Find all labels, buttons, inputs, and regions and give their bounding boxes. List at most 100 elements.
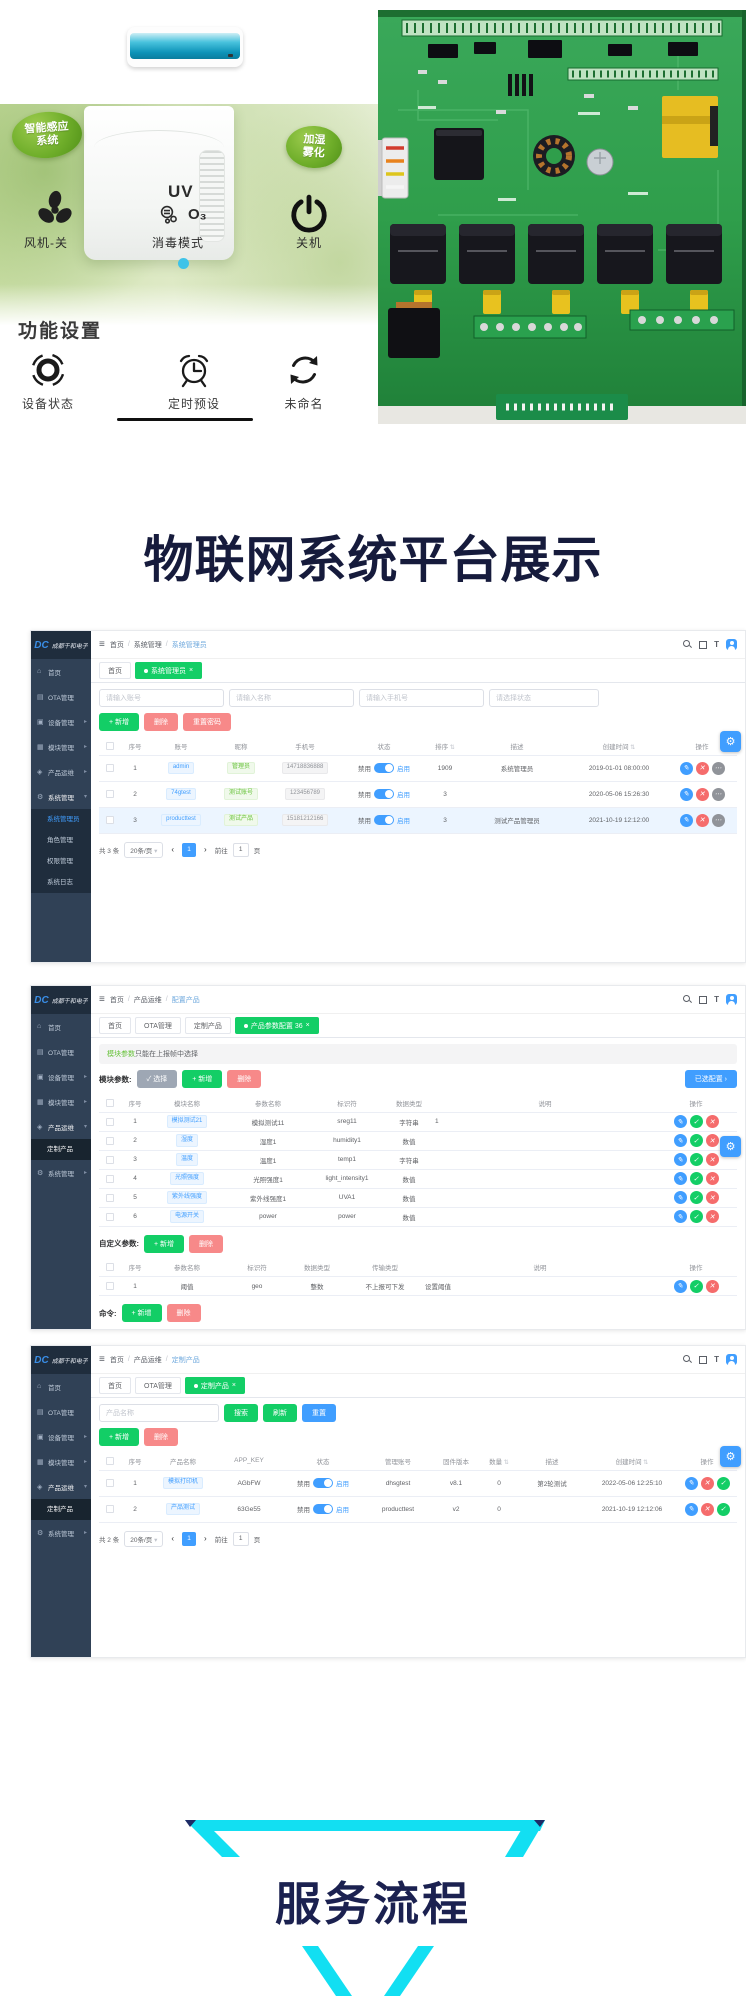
- tab-home[interactable]: 首页: [99, 1017, 131, 1034]
- status-toggle[interactable]: [313, 1478, 333, 1488]
- edit-button[interactable]: [680, 814, 693, 827]
- row-checkbox[interactable]: [106, 1213, 114, 1221]
- sidebar-subitem-custom-products[interactable]: 定制产品: [31, 1139, 91, 1160]
- headset-float-button[interactable]: ⚙: [720, 731, 741, 752]
- close-icon[interactable]: ×: [189, 667, 193, 674]
- sidebar-item-devices[interactable]: ▣设备管理▸: [31, 709, 91, 734]
- sidebar-item-modules[interactable]: ▦模块管理▸: [31, 734, 91, 759]
- reset-button[interactable]: 重置: [302, 1404, 336, 1422]
- font-size-icon[interactable]: [714, 995, 719, 1004]
- select-all-checkbox[interactable]: [106, 1263, 114, 1271]
- sidebar-item-product-ops[interactable]: ◈产品运维▾: [31, 1474, 91, 1499]
- search-icon[interactable]: [683, 995, 692, 1004]
- prev-page-button[interactable]: ‹: [168, 845, 177, 854]
- sidebar-subitem-roles[interactable]: 角色管理: [31, 830, 91, 851]
- add-button[interactable]: + 新增: [99, 713, 139, 731]
- delete-button[interactable]: 删除: [189, 1235, 223, 1253]
- font-size-icon[interactable]: [714, 1355, 719, 1364]
- delete-row-button[interactable]: [701, 1477, 714, 1490]
- menu-toggle-icon[interactable]: ≡: [99, 1355, 105, 1365]
- gear-float-button[interactable]: ⚙: [720, 1446, 741, 1467]
- delete-button[interactable]: 删除: [227, 1070, 261, 1088]
- confirm-button[interactable]: [690, 1280, 703, 1293]
- page-size-select[interactable]: 20条/页: [124, 1531, 163, 1547]
- product-search-input[interactable]: [99, 1404, 219, 1422]
- tab-ota[interactable]: OTA管理: [135, 1377, 181, 1394]
- add-button[interactable]: + 新增: [122, 1304, 162, 1322]
- avatar[interactable]: [726, 639, 737, 650]
- select-all-checkbox[interactable]: [106, 1099, 114, 1107]
- goto-page-input[interactable]: [233, 843, 249, 857]
- delete-row-button[interactable]: [706, 1191, 719, 1204]
- delete-row-button[interactable]: [706, 1134, 719, 1147]
- account-filter-input[interactable]: [99, 689, 224, 707]
- config-button[interactable]: [717, 1477, 730, 1490]
- status-toggle[interactable]: [374, 815, 394, 825]
- add-button[interactable]: + 新增: [182, 1070, 222, 1088]
- tab-custom-products[interactable]: 定制产品: [185, 1017, 231, 1034]
- tab-active-admins[interactable]: 系统管理员×: [135, 662, 202, 679]
- delete-row-button[interactable]: [706, 1210, 719, 1223]
- delete-row-button[interactable]: [706, 1153, 719, 1166]
- select-button[interactable]: ✓ 选择: [137, 1070, 178, 1088]
- fullscreen-icon[interactable]: [699, 1356, 707, 1364]
- row-checkbox[interactable]: [106, 1137, 114, 1145]
- refresh-button[interactable]: 刷新: [263, 1404, 297, 1422]
- confirm-button[interactable]: [690, 1115, 703, 1128]
- confirm-button[interactable]: [690, 1191, 703, 1204]
- close-icon[interactable]: ×: [232, 1382, 236, 1389]
- sidebar-item-home[interactable]: ⌂首页: [31, 1374, 91, 1399]
- avatar[interactable]: [726, 994, 737, 1005]
- more-button[interactable]: [712, 762, 725, 775]
- sidebar-item-ota[interactable]: ▤OTA管理: [31, 684, 91, 709]
- edit-button[interactable]: [674, 1153, 687, 1166]
- menu-toggle-icon[interactable]: ≡: [99, 640, 105, 650]
- delete-button[interactable]: 删除: [167, 1304, 201, 1322]
- edit-button[interactable]: [680, 788, 693, 801]
- confirm-button[interactable]: [690, 1153, 703, 1166]
- sidebar-item-ota[interactable]: ▤OTA管理: [31, 1039, 91, 1064]
- delete-button[interactable]: 删除: [144, 1428, 178, 1446]
- search-icon[interactable]: [683, 1355, 692, 1364]
- sidebar-item-product-ops[interactable]: ◈产品运维▸: [31, 759, 91, 784]
- avatar[interactable]: [726, 1354, 737, 1365]
- tab-active-custom-products[interactable]: 定制产品×: [185, 1377, 245, 1394]
- more-button[interactable]: [712, 788, 725, 801]
- sidebar-item-system[interactable]: ⚙系统管理▸: [31, 1160, 91, 1185]
- sidebar-item-devices[interactable]: ▣设备管理▸: [31, 1424, 91, 1449]
- fullscreen-icon[interactable]: [699, 996, 707, 1004]
- delete-row-button[interactable]: [706, 1172, 719, 1185]
- confirm-button[interactable]: [690, 1134, 703, 1147]
- name-filter-input[interactable]: [229, 689, 354, 707]
- sidebar-item-system[interactable]: ⚙系统管理▸: [31, 1520, 91, 1545]
- page-size-select[interactable]: 20条/页: [124, 842, 163, 858]
- sidebar-item-ota[interactable]: ▤OTA管理: [31, 1399, 91, 1424]
- edit-button[interactable]: [674, 1210, 687, 1223]
- select-all-checkbox[interactable]: [106, 742, 114, 750]
- row-checkbox[interactable]: [106, 1194, 114, 1202]
- delete-row-button[interactable]: [706, 1280, 719, 1293]
- row-checkbox[interactable]: [106, 1156, 114, 1164]
- edit-button[interactable]: [685, 1477, 698, 1490]
- prev-page-button[interactable]: ‹: [168, 1534, 177, 1543]
- tab-home[interactable]: 首页: [99, 1377, 131, 1394]
- add-button[interactable]: + 新增: [99, 1428, 139, 1446]
- phone-filter-input[interactable]: [359, 689, 484, 707]
- row-checkbox[interactable]: [106, 1479, 114, 1487]
- next-page-button[interactable]: ›: [201, 845, 210, 854]
- delete-button[interactable]: 删除: [144, 713, 178, 731]
- confirm-button[interactable]: [690, 1172, 703, 1185]
- gear-float-button[interactable]: ⚙: [720, 1136, 741, 1157]
- edit-button[interactable]: [674, 1191, 687, 1204]
- add-button[interactable]: + 新增: [144, 1235, 184, 1253]
- delete-row-button[interactable]: [696, 762, 709, 775]
- config-button[interactable]: [717, 1503, 730, 1516]
- sidebar-subitem-custom-products[interactable]: 定制产品: [31, 1499, 91, 1520]
- more-button[interactable]: [712, 814, 725, 827]
- menu-toggle-icon[interactable]: ≡: [99, 995, 105, 1005]
- confirm-button[interactable]: [690, 1210, 703, 1223]
- edit-button[interactable]: [680, 762, 693, 775]
- delete-row-button[interactable]: [701, 1503, 714, 1516]
- function-device-status[interactable]: 设备状态: [22, 350, 74, 412]
- page-number[interactable]: 1: [182, 843, 196, 857]
